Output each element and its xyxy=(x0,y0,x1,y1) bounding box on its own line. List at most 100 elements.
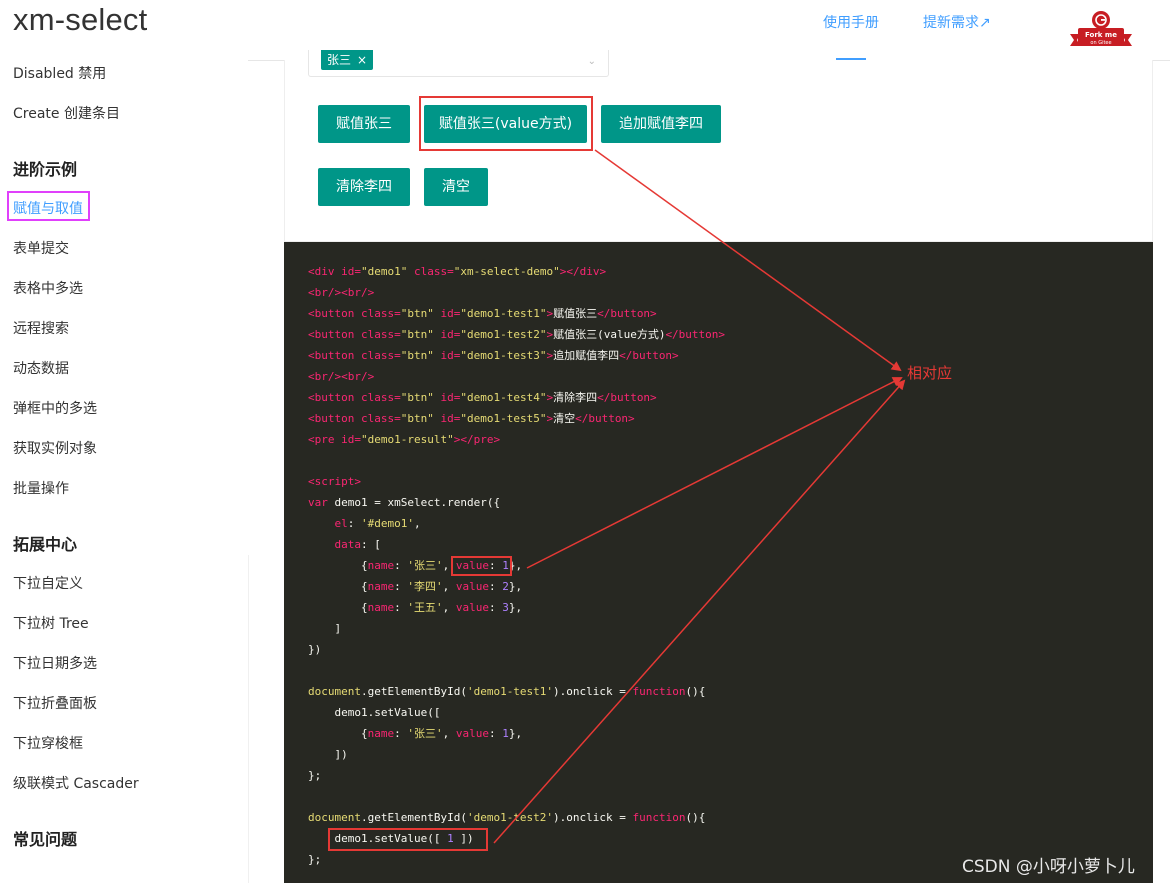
code-token: : xyxy=(488,727,503,740)
code-token: </button> xyxy=(597,391,657,404)
clear-button[interactable]: 清空 xyxy=(424,168,488,206)
code-token: <script> xyxy=(308,475,361,488)
code-token: document xyxy=(308,811,361,824)
nav-manual[interactable]: 使用手册 xyxy=(823,12,879,32)
code-token: .getElementById( xyxy=(360,685,467,698)
annotation-label: 相对应 xyxy=(907,364,953,382)
append-lisi-button[interactable]: 追加赋值李四 xyxy=(601,105,721,143)
code-token: class= xyxy=(360,349,401,362)
sidebar-item-cascader[interactable]: 级联模式 Cascader xyxy=(13,773,139,793)
chevron-down-icon: ⌄ xyxy=(587,56,596,67)
tag-close-icon[interactable]: × xyxy=(357,53,367,67)
code-token: '#demo1' xyxy=(361,517,414,530)
code-token: , xyxy=(413,517,421,530)
sidebar-item-custom[interactable]: 下拉自定义 xyxy=(13,573,83,593)
code-token: ).onclick = xyxy=(553,685,633,698)
code-line: <button class="btn" id="demo1-test2">赋值张… xyxy=(308,324,725,345)
remove-lisi-button[interactable]: 清除李四 xyxy=(318,168,410,206)
code-lines: <div id="demo1" class="xm-select-demo"><… xyxy=(308,261,725,870)
code-token: "demo1-test5" xyxy=(460,412,547,425)
sidebar-item-get-instance[interactable]: 获取实例对象 xyxy=(13,438,97,458)
code-token: </button> xyxy=(619,349,679,362)
code-token: , xyxy=(442,580,456,593)
code-token: ></div> xyxy=(559,265,607,278)
code-token: <button xyxy=(308,412,361,425)
svg-text:Fork me: Fork me xyxy=(1085,31,1117,39)
code-line: ]) xyxy=(308,744,725,765)
code-token: <pre xyxy=(308,433,342,446)
code-token: : xyxy=(394,559,408,572)
sidebar-item-collapse[interactable]: 下拉折叠面板 xyxy=(13,693,97,713)
sidebar-item-table-multi[interactable]: 表格中多选 xyxy=(13,278,83,298)
code-token: "demo1-test1" xyxy=(460,307,547,320)
sidebar-item-transfer[interactable]: 下拉穿梭框 xyxy=(13,733,83,753)
sidebar xyxy=(0,60,248,883)
demo-panel xyxy=(284,60,1153,242)
site-logo[interactable]: xm-select xyxy=(13,2,147,38)
code-token: }, xyxy=(508,601,523,614)
code-token: name xyxy=(367,559,395,572)
sidebar-section-faq: 常见问题 xyxy=(13,830,78,849)
code-token: class= xyxy=(360,328,401,341)
sidebar-item-batch[interactable]: 批量操作 xyxy=(13,478,69,498)
code-token: 清空 xyxy=(553,412,576,425)
code-token: id= xyxy=(440,307,461,320)
code-token: <button xyxy=(308,307,361,320)
sidebar-item-dynamic-data[interactable]: 动态数据 xyxy=(13,358,69,378)
code-token: </button> xyxy=(597,307,657,320)
code-token: "demo1-test3" xyxy=(460,349,547,362)
code-token: <br/><br/> xyxy=(308,370,375,383)
code-line: <br/><br/> xyxy=(308,366,725,387)
code-line: document.getElementById('demo1-test2').o… xyxy=(308,807,725,828)
xm-select-input[interactable]: 张三 × ⌄ xyxy=(308,50,609,77)
sidebar-item-remote-search[interactable]: 远程搜索 xyxy=(13,318,69,338)
code-token: "demo1-test2" xyxy=(460,328,547,341)
code-line: <br/><br/> xyxy=(308,282,725,303)
code-token: name xyxy=(367,601,395,614)
highlight-box-setvalue xyxy=(328,828,488,851)
code-line: {name: '李四', value: 2}, xyxy=(308,576,725,597)
code-line: <button class="btn" id="demo1-test4">清除李… xyxy=(308,387,725,408)
sidebar-section-extensions: 拓展中心 xyxy=(13,535,78,554)
sidebar-item-create[interactable]: Create 创建条目 xyxy=(13,103,120,123)
code-token: class= xyxy=(413,265,454,278)
code-token: { xyxy=(308,601,368,614)
fork-me-badge[interactable]: Fork me on Gitee xyxy=(1070,10,1132,50)
code-token: "demo1-test4" xyxy=(460,391,547,404)
code-token: "btn" xyxy=(400,349,434,362)
code-token: ] xyxy=(308,622,342,635)
code-token: }; xyxy=(308,769,322,782)
code-line: {name: '王五', value: 3}, xyxy=(308,597,725,618)
sidebar-item-date[interactable]: 下拉日期多选 xyxy=(13,653,97,673)
code-line: <button class="btn" id="demo1-test1">赋值张… xyxy=(308,303,725,324)
code-token: <button xyxy=(308,391,361,404)
code-token: }, xyxy=(508,727,523,740)
sidebar-item-modal-multi[interactable]: 弹框中的多选 xyxy=(13,398,97,418)
svg-text:on Gitee: on Gitee xyxy=(1090,40,1111,46)
code-token: { xyxy=(308,727,368,740)
assign-zhangsan-button[interactable]: 赋值张三 xyxy=(318,105,410,143)
sidebar-item-tree[interactable]: 下拉树 Tree xyxy=(13,613,89,633)
code-token: }; xyxy=(308,853,322,866)
code-token: </button> xyxy=(665,328,726,341)
code-token: function xyxy=(632,811,686,824)
code-token: ).onclick = xyxy=(553,811,633,824)
code-token: 'demo1-test2' xyxy=(466,811,554,824)
code-token: var xyxy=(308,496,328,509)
sidebar-item-disabled[interactable]: Disabled 禁用 xyxy=(13,63,106,83)
code-token: (){ xyxy=(685,685,706,698)
code-line: }) xyxy=(308,639,725,660)
sidebar-item-form-submit[interactable]: 表单提交 xyxy=(13,238,69,258)
code-token: "demo1-result" xyxy=(361,433,454,446)
code-token: 1 xyxy=(502,727,509,740)
code-line: demo1.setValue([ xyxy=(308,702,725,723)
code-token: id= xyxy=(341,433,361,446)
code-token: value xyxy=(455,727,489,740)
code-token: document xyxy=(308,685,361,698)
code-line: <script> xyxy=(308,471,725,492)
code-token: { xyxy=(308,580,368,593)
code-token: : xyxy=(488,601,503,614)
nav-feature-request[interactable]: 提新需求↗ xyxy=(923,12,991,32)
code-token: , xyxy=(442,727,456,740)
